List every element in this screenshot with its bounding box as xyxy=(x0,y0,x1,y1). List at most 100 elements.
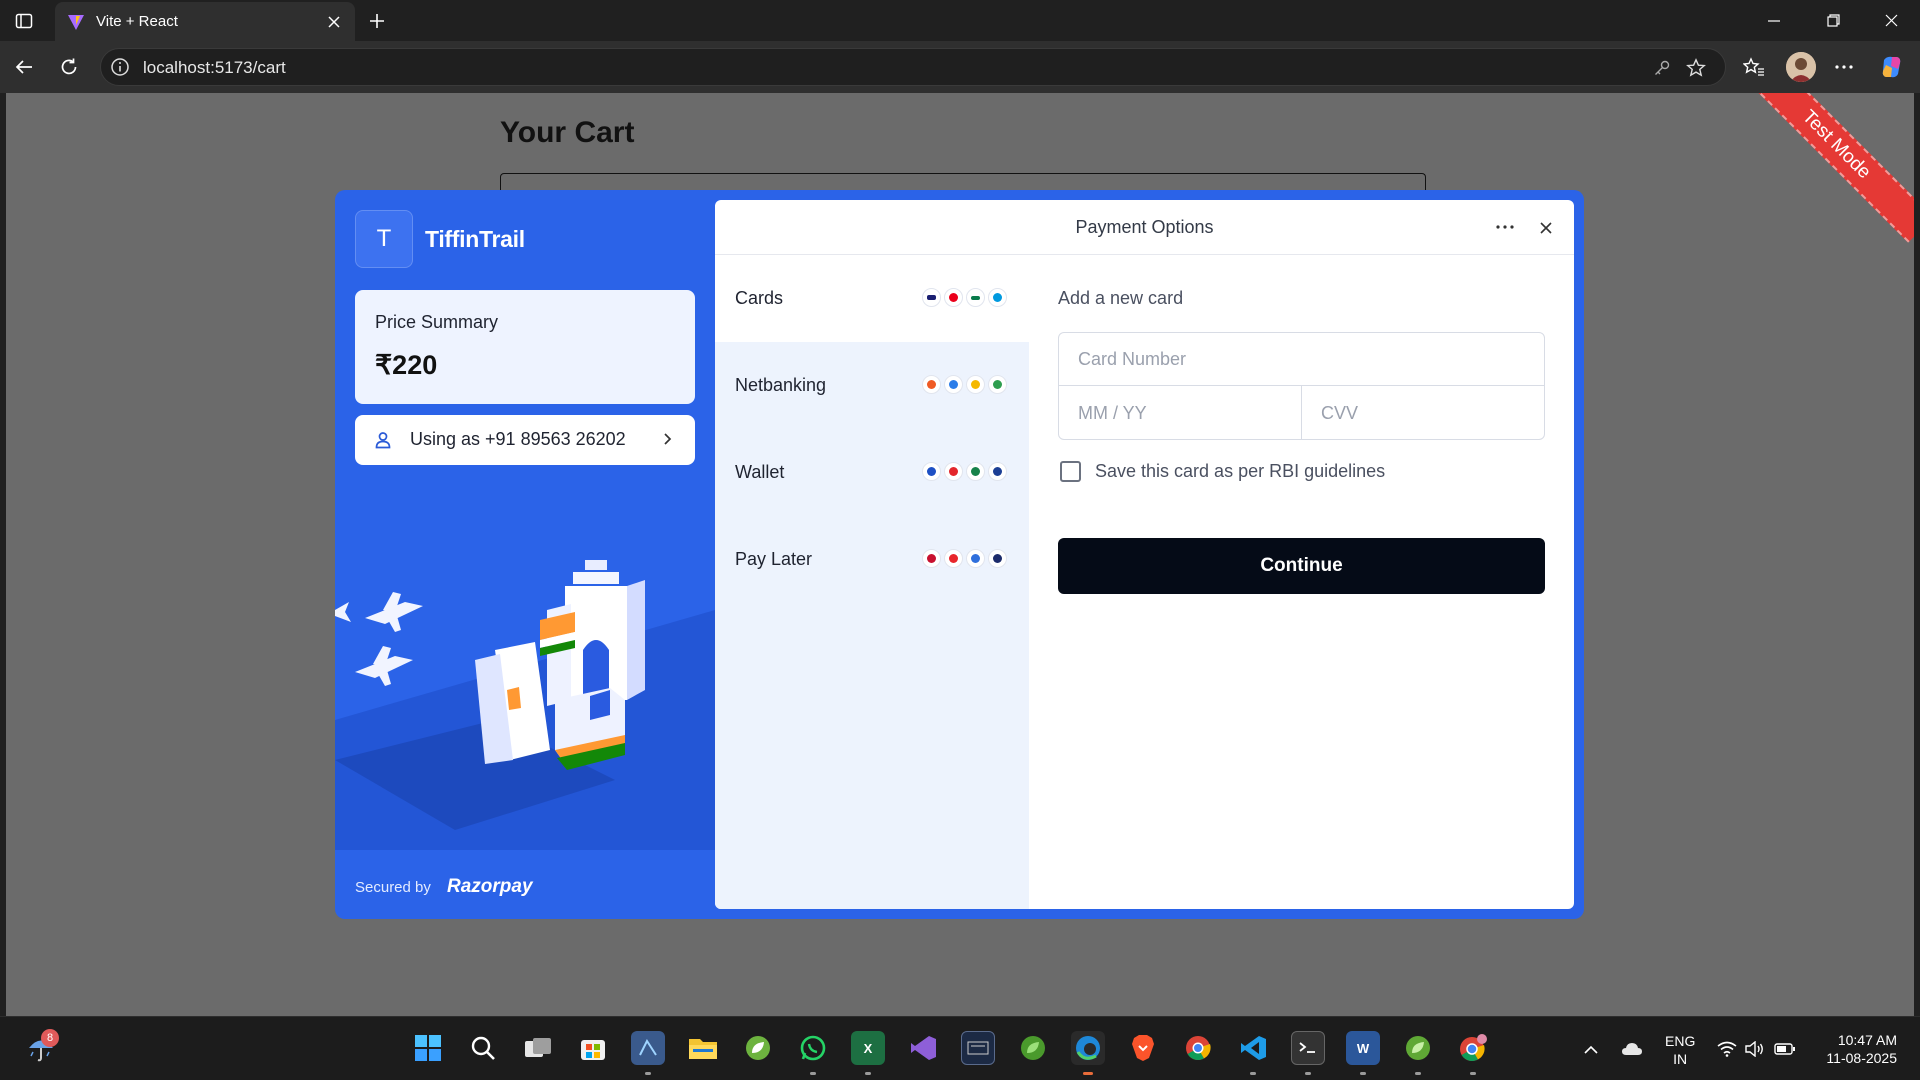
chrome-icon[interactable] xyxy=(1181,1031,1215,1065)
profile-avatar[interactable] xyxy=(1786,52,1816,82)
vite-favicon-icon xyxy=(68,15,84,30)
workbench-app-icon[interactable] xyxy=(631,1031,665,1065)
file-explorer-icon[interactable] xyxy=(686,1031,720,1065)
method-wallet[interactable]: Wallet xyxy=(715,429,1029,516)
close-modal-icon[interactable] xyxy=(1535,217,1557,239)
task-view-icon[interactable] xyxy=(521,1031,555,1065)
method-pay-later[interactable]: Pay Later xyxy=(715,516,1029,603)
system-clock[interactable]: 10:47 AM 11-08-2025 xyxy=(1812,1031,1897,1067)
wallet-icon xyxy=(988,462,1007,481)
wifi-icon[interactable] xyxy=(1716,1039,1738,1059)
close-tab-icon[interactable] xyxy=(323,11,345,33)
address-bar[interactable]: localhost:5173/cart xyxy=(100,48,1726,86)
running-indicator xyxy=(1360,1072,1366,1075)
search-icon[interactable] xyxy=(466,1031,500,1065)
region-code: IN xyxy=(1673,1051,1688,1067)
visa-icon xyxy=(922,288,941,307)
spring-suite-icon[interactable] xyxy=(1401,1031,1435,1065)
word-icon[interactable]: W xyxy=(1346,1031,1380,1065)
method-cards[interactable]: Cards xyxy=(715,255,1029,342)
language-indicator[interactable]: ENG IN xyxy=(1665,1032,1695,1068)
vscode-icon[interactable] xyxy=(1236,1031,1270,1065)
brave-browser-icon[interactable] xyxy=(1126,1031,1160,1065)
more-options-icon[interactable] xyxy=(1493,217,1517,237)
checkout-summary-panel: T TiffinTrail Price Summary ₹220 Using a… xyxy=(335,190,715,919)
running-indicator xyxy=(865,1072,871,1075)
battery-icon[interactable] xyxy=(1774,1039,1796,1059)
excel-icon[interactable]: X xyxy=(851,1031,885,1065)
payment-options-panel: Payment Options Cards Netbanking Wallet … xyxy=(715,200,1574,909)
chrome-profile-icon[interactable] xyxy=(1456,1031,1490,1065)
favorite-star-icon[interactable] xyxy=(1684,56,1708,80)
method-netbanking[interactable]: Netbanking xyxy=(715,342,1029,429)
minimize-icon[interactable] xyxy=(1745,0,1803,41)
paylater-icon xyxy=(966,549,985,568)
running-indicator xyxy=(810,1072,816,1075)
secured-by-label: Secured by xyxy=(355,879,431,896)
close-window-icon[interactable] xyxy=(1862,0,1920,41)
expiry-input[interactable] xyxy=(1059,386,1302,439)
user-contact-label: Using as +91 89563 26202 xyxy=(410,429,626,449)
wallet-icon xyxy=(944,462,963,481)
language-code: ENG xyxy=(1665,1033,1696,1049)
bank-icon xyxy=(966,375,985,394)
favorites-icon[interactable] xyxy=(1740,53,1768,81)
save-card-row: Save this card as per RBI guidelines xyxy=(1060,461,1385,482)
user-contact-button[interactable]: Using as +91 89563 26202 xyxy=(355,415,695,465)
wallet-icons xyxy=(922,462,1007,481)
razorpay-logo: Razorpay xyxy=(447,876,533,897)
taskbar: 8 X W ENG IN 10:47 AM 11-08-2025 xyxy=(0,1016,1920,1080)
payment-methods-list: Cards Netbanking Wallet Pay Later xyxy=(715,255,1029,909)
back-icon[interactable] xyxy=(10,53,38,81)
clock-time: 10:47 AM xyxy=(1837,1032,1897,1048)
onedrive-cloud-icon[interactable] xyxy=(1621,1039,1643,1059)
url-text[interactable]: localhost:5173/cart xyxy=(143,58,286,78)
method-label: Wallet xyxy=(735,462,785,482)
visual-studio-icon[interactable] xyxy=(906,1031,940,1065)
mysql-workbench-icon[interactable] xyxy=(961,1031,995,1065)
save-card-checkbox[interactable] xyxy=(1060,461,1081,482)
card-number-input[interactable] xyxy=(1059,333,1544,386)
method-label: Pay Later xyxy=(735,549,813,569)
merchant-initial: T xyxy=(376,225,392,252)
add-card-title: Add a new card xyxy=(1058,288,1184,308)
edge-browser-icon[interactable] xyxy=(1071,1031,1105,1065)
refresh-icon[interactable] xyxy=(55,53,83,81)
running-indicator xyxy=(1250,1072,1256,1075)
restore-icon[interactable] xyxy=(1804,0,1862,41)
password-key-icon[interactable] xyxy=(1650,56,1674,80)
start-windows-icon[interactable] xyxy=(411,1031,445,1065)
panel-header: Payment Options xyxy=(715,200,1574,255)
running-indicator xyxy=(1415,1072,1421,1075)
card-fields-group xyxy=(1058,332,1545,440)
method-label: Cards xyxy=(735,288,784,308)
tab-title: Vite + React xyxy=(96,13,178,30)
wallet-icon xyxy=(966,462,985,481)
terminal-icon[interactable] xyxy=(1291,1031,1325,1065)
show-hidden-icons-chevron-icon[interactable] xyxy=(1580,1039,1602,1059)
continue-button[interactable]: Continue xyxy=(1058,538,1545,594)
spring-tool-icon[interactable] xyxy=(741,1031,775,1065)
india-travel-illustration xyxy=(335,560,715,850)
save-card-label[interactable]: Save this card as per RBI guidelines xyxy=(1095,461,1385,482)
new-tab-icon[interactable] xyxy=(364,8,390,34)
rupay-icon xyxy=(966,288,985,307)
store-icon[interactable] xyxy=(576,1031,610,1065)
mastercard-icon xyxy=(944,288,963,307)
merchant-logo: T xyxy=(355,210,413,268)
whatsapp-icon[interactable] xyxy=(796,1031,830,1065)
test-mode-ribbon: Test Mode xyxy=(1738,93,1914,243)
copilot-icon[interactable] xyxy=(1878,53,1906,81)
bank-icon xyxy=(988,375,1007,394)
spring-boot-icon[interactable] xyxy=(1016,1031,1050,1065)
running-indicator xyxy=(645,1072,651,1075)
cvv-input[interactable] xyxy=(1302,386,1544,439)
user-icon xyxy=(375,432,391,449)
site-info-icon[interactable] xyxy=(110,57,130,77)
volume-icon[interactable] xyxy=(1744,1039,1766,1059)
panel-title: Payment Options xyxy=(1075,217,1214,237)
browser-tab[interactable]: Vite + React xyxy=(55,2,355,41)
more-menu-icon[interactable] xyxy=(1830,53,1858,81)
tab-actions-icon[interactable] xyxy=(10,8,38,34)
running-indicator xyxy=(1305,1072,1311,1075)
